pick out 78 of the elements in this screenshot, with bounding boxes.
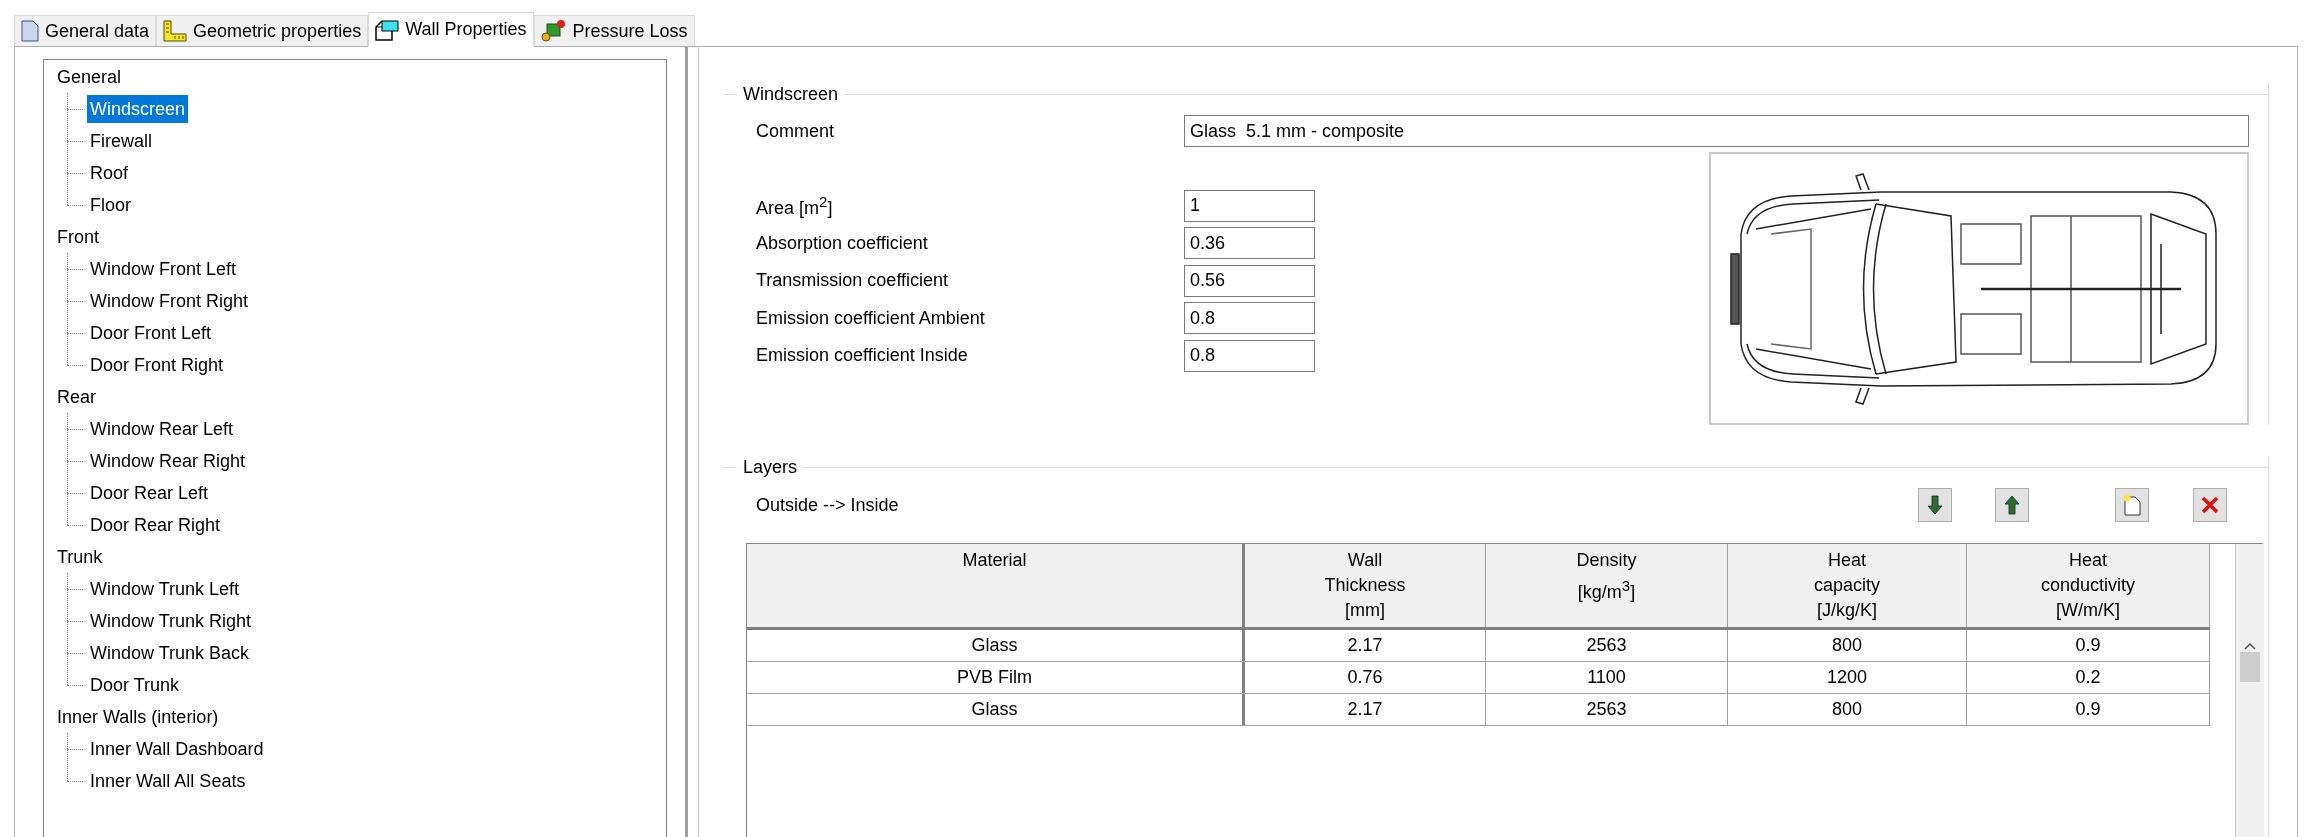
tree-item[interactable]: Firewall [87, 127, 155, 155]
tree-item[interactable]: Rear [54, 383, 99, 411]
tree-item[interactable]: Door Rear Left [87, 479, 212, 507]
table-cell: 800 [1728, 694, 1967, 725]
tree-item[interactable]: Inner Wall All Seats [87, 767, 249, 795]
value-field[interactable]: 0.8 [1184, 302, 1315, 334]
tree-item[interactable]: Roof [87, 159, 132, 187]
table-cell: 0.9 [1967, 630, 2210, 661]
tree-item[interactable]: Window Rear Right [87, 447, 249, 475]
value-field[interactable]: 0.56 [1184, 264, 1315, 297]
table-cell: 1100 [1486, 662, 1728, 693]
tree-item[interactable]: Door Trunk [87, 671, 183, 699]
table-cell: 1200 [1728, 662, 1967, 693]
table-cell: 2.17 [1245, 630, 1486, 661]
table-cell: 2.17 [1245, 694, 1486, 725]
up-arrow-icon [2004, 495, 2020, 515]
table-cell: Glass [747, 694, 1245, 725]
down-arrow-icon [1927, 495, 1943, 515]
tree-item[interactable]: Window Front Right [87, 287, 252, 315]
new-document-icon [2122, 494, 2142, 516]
value-field[interactable]: 1 [1184, 189, 1315, 222]
tree-item[interactable]: Inner Wall Dashboard [87, 735, 267, 763]
table-cell: 0.76 [1245, 662, 1486, 693]
wall-icon [375, 18, 400, 41]
table-cell: 2563 [1486, 630, 1728, 661]
column-header: Heat capacity [J/kg/K] [1728, 544, 1967, 627]
tree-item[interactable]: Floor [87, 191, 134, 219]
table-cell: 2563 [1486, 694, 1728, 725]
delete-button[interactable] [2193, 488, 2227, 522]
scroll-up-icon [2244, 642, 2256, 650]
comment-field[interactable]: Glass 5.1 mm - composite [1184, 115, 2249, 147]
tree-item[interactable]: Front [54, 223, 102, 251]
table-cell: 800 [1728, 630, 1967, 661]
column-header: Heat conductivity [W/m/K] [1967, 544, 2210, 627]
field-label: Transmission coefficient [756, 270, 950, 291]
tree-item[interactable]: Window Trunk Back [87, 639, 253, 667]
splitter[interactable] [685, 47, 699, 837]
table-cell: 0.2 [1967, 662, 2210, 693]
tree-item[interactable]: Door Front Right [87, 351, 227, 379]
move-down-button[interactable] [1918, 488, 1952, 522]
tree-item[interactable]: Window Trunk Left [87, 575, 243, 603]
column-header: Wall Thickness [mm] [1245, 544, 1486, 627]
tree-item[interactable]: Trunk [54, 543, 106, 571]
column-header: Material [747, 544, 1245, 627]
column-header: Density [kg/m$^{3}$] [1486, 544, 1728, 627]
value-field[interactable]: 0.8 [1184, 339, 1315, 372]
table-cell: PVB Film [747, 662, 1245, 693]
tab[interactable]: Wall Properties [368, 12, 534, 47]
tree-item[interactable]: Windscreen [87, 95, 189, 123]
field-label: Area [m$^{2}$] [756, 192, 834, 219]
group-title: Windscreen [742, 83, 840, 105]
tab[interactable]: Pressure Loss [533, 15, 695, 46]
move-up-button[interactable] [1995, 488, 2029, 522]
new-button[interactable] [2115, 488, 2149, 522]
scroll-thumb[interactable] [2240, 652, 2260, 682]
direction-label: Outside --> Inside [756, 494, 900, 516]
tree-item[interactable]: Window Rear Left [87, 415, 237, 443]
tree-item[interactable]: Door Rear Right [87, 511, 224, 539]
pressure-icon [540, 19, 567, 43]
delete-icon [2201, 496, 2219, 514]
scrollbar[interactable] [2235, 544, 2264, 837]
tree-item[interactable]: Window Front Left [87, 255, 240, 283]
tree-item[interactable]: Door Front Left [87, 319, 215, 347]
table-cell: 0.9 [1967, 694, 2210, 725]
group-title: Layers [742, 456, 799, 478]
value-field[interactable]: 0.36 [1184, 227, 1315, 259]
tab[interactable]: General data [14, 15, 157, 46]
field-label: Comment [756, 120, 836, 142]
ruler-icon [163, 20, 188, 42]
tree-item[interactable]: Inner Walls (interior) [54, 703, 222, 731]
tab[interactable]: Geometric properties [156, 15, 369, 46]
field-label: Absorption coefficient [756, 232, 929, 254]
tree-item[interactable]: General [54, 63, 125, 91]
tree-item[interactable]: Window Trunk Right [87, 607, 255, 635]
document-icon [21, 20, 39, 42]
table-cell: Glass [747, 630, 1245, 661]
field-label: Emission coefficient Ambient [756, 307, 986, 329]
field-label: Emission coefficient Inside [756, 345, 969, 366]
